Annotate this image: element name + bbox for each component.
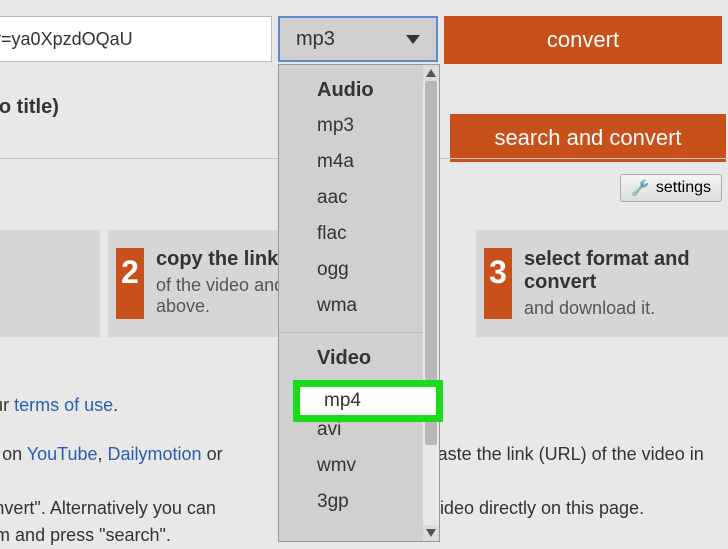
scroll-up-icon[interactable] [423, 65, 439, 81]
dropdown-item-avi[interactable]: avi [279, 412, 423, 448]
step-desc: on, [0, 272, 82, 293]
dropdown-item-wmv[interactable]: wmv [279, 448, 423, 484]
step-desc: and download it. [524, 298, 728, 319]
settings-label: settings [656, 179, 711, 197]
step-card: 3 select format and convert and download… [476, 230, 728, 337]
scroll-track[interactable] [423, 81, 439, 525]
dropdown-item-m4a[interactable]: m4a [279, 144, 423, 180]
step-number-badge: 3 [484, 248, 512, 319]
dropdown-item-aac[interactable]: aac [279, 180, 423, 216]
step-number-badge: 2 [116, 248, 144, 319]
dropdown-item-3gp[interactable]: 3gp [279, 484, 423, 520]
chevron-down-icon [406, 35, 420, 44]
scroll-down-icon[interactable] [423, 525, 439, 541]
convert-button[interactable]: convert [444, 16, 722, 64]
video-title-label: for (video title) [0, 96, 59, 119]
format-select[interactable]: mp3 [278, 16, 438, 62]
terms-of-use-link[interactable]: terms of use [14, 395, 113, 415]
youtube-link[interactable]: YouTube [27, 444, 98, 464]
dropdown-section-video: Video [279, 333, 423, 376]
dropdown-item-mp4[interactable]: mp4 [279, 376, 423, 412]
dropdown-item-mp3[interactable]: mp3 [279, 108, 423, 144]
url-input[interactable] [0, 16, 272, 62]
search-and-convert-button[interactable]: search and convert [450, 114, 726, 162]
scroll-thumb[interactable] [425, 81, 437, 445]
dropdown-item-ogg[interactable]: ogg [279, 252, 423, 288]
settings-button[interactable]: 🔧 settings [620, 174, 722, 202]
format-selected-label: mp3 [296, 28, 335, 51]
dropdown-item-flac[interactable]: flac [279, 216, 423, 252]
scrollbar[interactable] [423, 65, 439, 541]
dropdown-item-wma[interactable]: wma [279, 288, 423, 324]
step-card: on, [0, 230, 100, 337]
dropdown-section-audio: Audio [279, 65, 423, 108]
step-title: select format and convert [524, 248, 728, 294]
wrench-icon: 🔧 [631, 179, 650, 197]
dailymotion-link[interactable]: Dailymotion [108, 444, 202, 464]
format-dropdown: Audio mp3m4aaacflacoggwma Video mp4aviwm… [278, 64, 440, 542]
